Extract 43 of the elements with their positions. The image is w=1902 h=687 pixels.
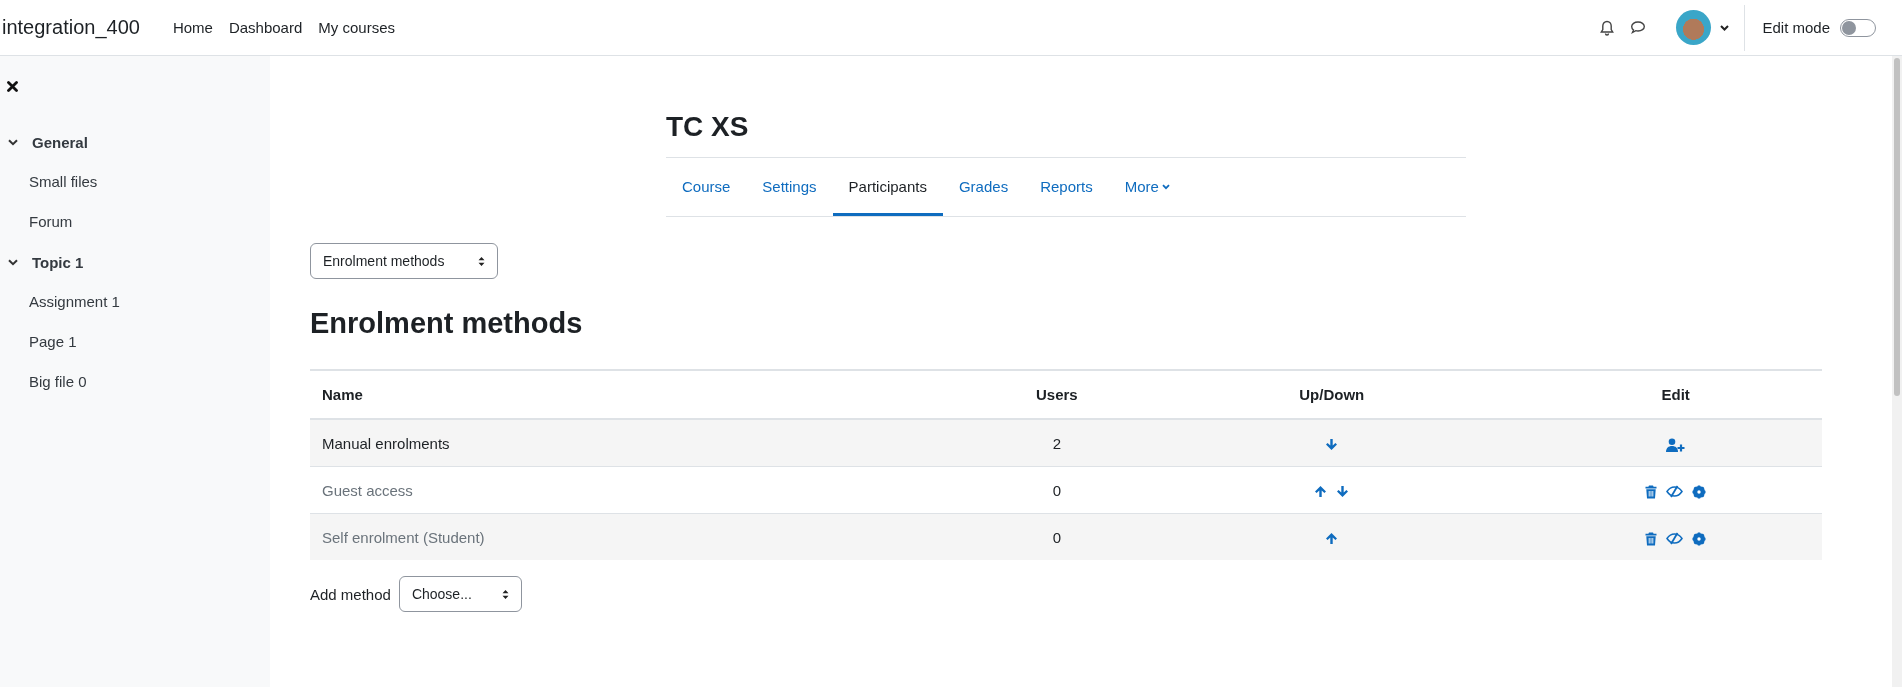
course-tab[interactable]: Settings — [746, 158, 833, 216]
chevron-icon[interactable] — [8, 258, 18, 266]
method-name-cell: Guest access — [310, 466, 980, 514]
course-title: TC XS — [666, 110, 750, 144]
sort-arrows-icon — [478, 255, 485, 267]
page-heading: Enrolment methods — [310, 306, 584, 341]
course-tab[interactable]: Participants — [832, 158, 943, 216]
users-cell: 0 — [979, 466, 1135, 514]
course-tab[interactable]: More — [1108, 158, 1186, 216]
sort-arrows-icon — [501, 588, 509, 600]
close-icon[interactable] — [7, 81, 18, 92]
message-bubble-icon[interactable] — [1630, 20, 1647, 35]
scrollbar[interactable] — [1892, 56, 1902, 687]
chevron-icon[interactable] — [8, 138, 18, 146]
sidebar-item[interactable]: Big file 0 — [0, 362, 87, 402]
section-title[interactable]: Topic 1 — [32, 253, 84, 271]
add-user-icon[interactable] — [1666, 437, 1686, 452]
course-tab[interactable]: Grades — [942, 158, 1025, 216]
section-title[interactable]: General — [32, 133, 88, 151]
sidebar-item[interactable]: Small files — [0, 162, 98, 202]
sidebar-item[interactable]: Assignment 1 — [0, 282, 120, 322]
page-select[interactable]: Enrolment methods — [310, 243, 498, 279]
add-method-select[interactable]: Choose... — [398, 576, 522, 612]
add-method-label: Add method — [310, 585, 391, 603]
nav-link[interactable]: My courses — [318, 19, 395, 36]
arrow-down-icon[interactable] — [1325, 438, 1339, 452]
users-cell: 0 — [979, 513, 1135, 560]
edit-mode-label: Edit mode — [1762, 19, 1830, 36]
users-cell: 2 — [979, 419, 1135, 467]
caret-icon[interactable] — [1720, 24, 1730, 31]
nav-link[interactable]: Dashboard — [228, 19, 303, 36]
notification-bell-icon[interactable] — [1600, 19, 1615, 36]
column-header: Name — [310, 370, 980, 419]
course-tab[interactable]: Reports — [1024, 158, 1109, 216]
sidebar-item[interactable]: Page 1 — [0, 322, 77, 362]
sidebar-item[interactable]: Forum — [0, 202, 73, 242]
nav-link[interactable]: Home — [172, 19, 213, 36]
course-tab[interactable]: Course — [666, 158, 747, 216]
edit-mode-toggle[interactable] — [1840, 18, 1876, 37]
site-name[interactable]: integration_400 — [2, 16, 140, 39]
user-avatar[interactable] — [1676, 10, 1712, 45]
method-name-cell: Manual enrolments — [310, 419, 980, 467]
method-name-cell: Self enrolment (Student) — [310, 513, 980, 560]
